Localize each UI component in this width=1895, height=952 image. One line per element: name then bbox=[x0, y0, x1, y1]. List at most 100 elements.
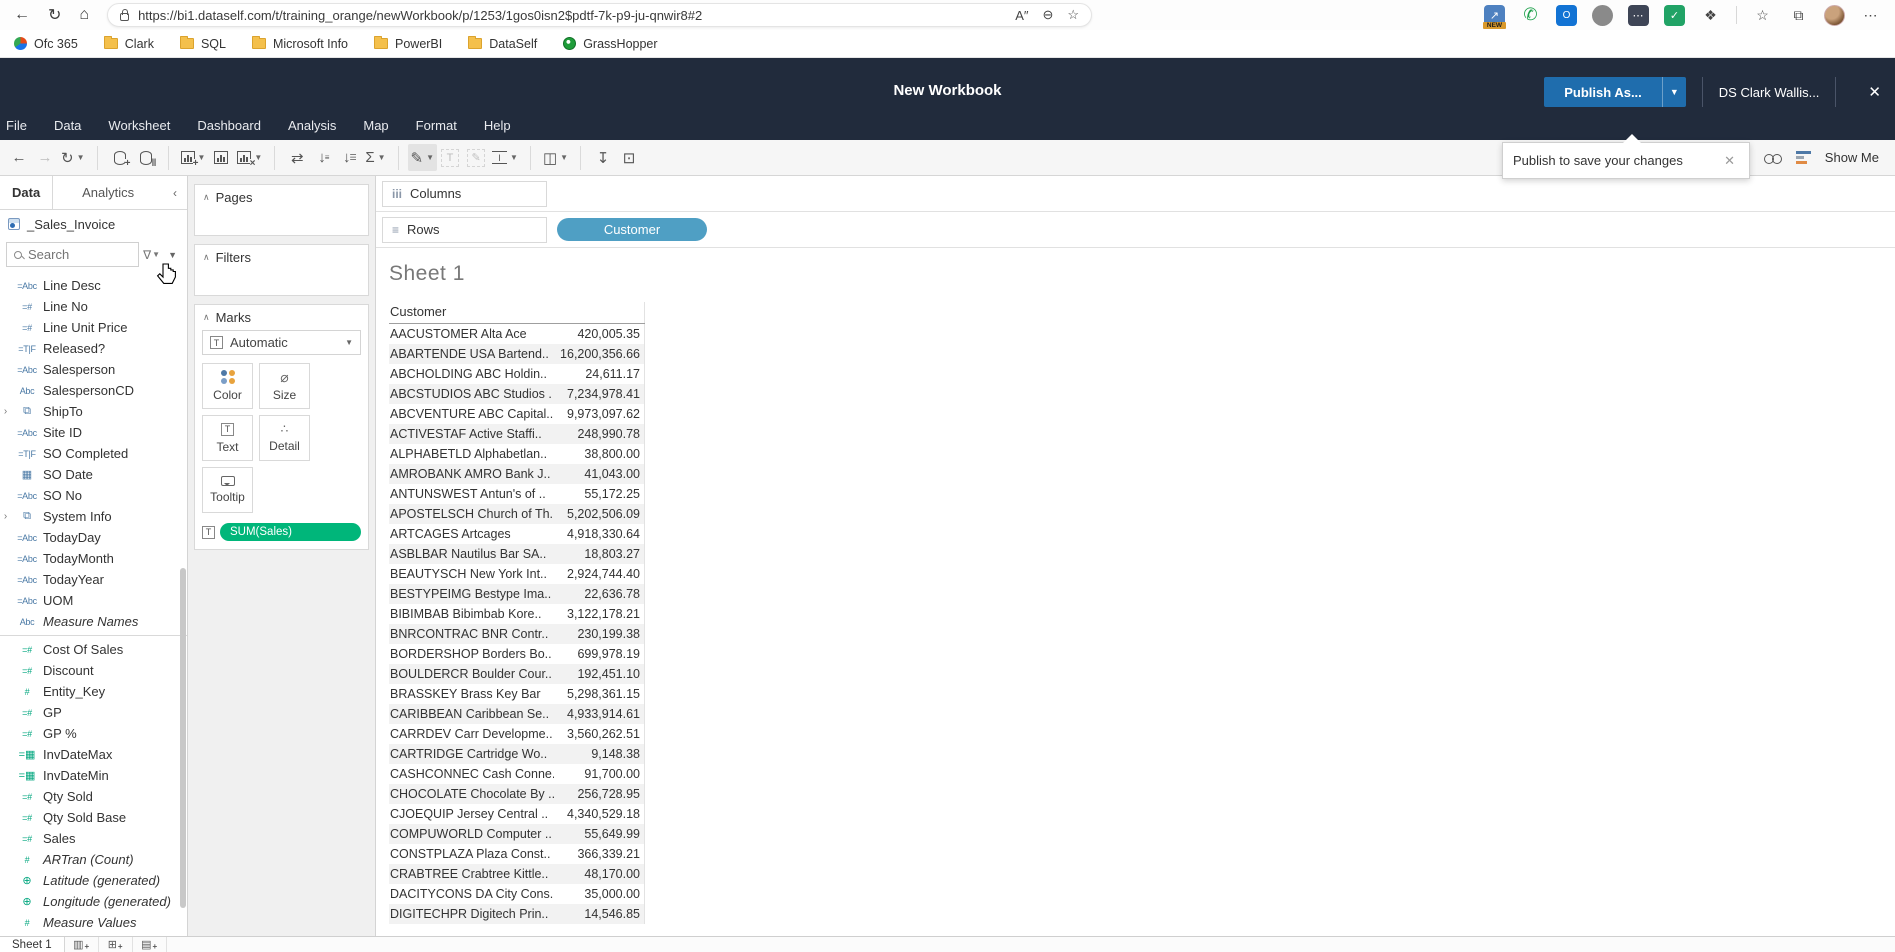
totals-button[interactable]: Σ▼ bbox=[362, 144, 388, 171]
field-item[interactable]: ⊕ Longitude (generated) bbox=[0, 891, 187, 912]
find-icon[interactable] bbox=[1764, 152, 1782, 164]
customer-cell[interactable]: CARRDEV Carr Developme.. bbox=[389, 727, 554, 741]
field-item[interactable]: =# Line No bbox=[0, 296, 187, 317]
customer-cell[interactable]: DIGITECHPR Digitech Prin.. bbox=[389, 907, 554, 921]
value-cell[interactable]: 4,933,914.61 bbox=[554, 707, 644, 721]
table-row[interactable]: ARTCAGES Artcages 4,918,330.64 bbox=[389, 524, 644, 544]
field-item[interactable]: =T|F Released? bbox=[0, 338, 187, 359]
value-cell[interactable]: 22,636.78 bbox=[554, 587, 644, 601]
menu-item[interactable]: Map bbox=[363, 118, 388, 133]
field-item[interactable]: =Abc TodayDay bbox=[0, 527, 187, 548]
browser-home-icon[interactable]: ⌂ bbox=[79, 6, 89, 24]
new-dashboard-tab-button[interactable]: ⊞+ bbox=[99, 937, 133, 952]
table-row[interactable]: CARRDEV Carr Developme.. 3,560,262.51 bbox=[389, 724, 644, 744]
columns-shelf[interactable]: iii Columns bbox=[376, 176, 1895, 212]
value-cell[interactable]: 230,199.38 bbox=[554, 627, 644, 641]
redo-button[interactable]: → bbox=[32, 144, 58, 171]
customer-cell[interactable]: BNRCONTRAC BNR Contr.. bbox=[389, 627, 554, 641]
table-row[interactable]: CASHCONNEC Cash Conne.. 91,700.00 bbox=[389, 764, 644, 784]
field-item[interactable]: =# Line Unit Price bbox=[0, 317, 187, 338]
customer-cell[interactable]: CARTRIDGE Cartridge Wo.. bbox=[389, 747, 554, 761]
field-item[interactable]: =# GP bbox=[0, 702, 187, 723]
clear-sheet-button[interactable]: ×▼ bbox=[234, 144, 265, 171]
bookmark-item[interactable]: Clark bbox=[104, 37, 154, 51]
view-options-icon[interactable]: ▼ bbox=[164, 248, 181, 262]
browser-menu-icon[interactable]: ⋯ bbox=[1860, 5, 1881, 26]
size-button[interactable]: ⌀ Size bbox=[259, 363, 310, 409]
new-story-tab-button[interactable]: ▤+ bbox=[133, 937, 167, 952]
extensions-puzzle-icon[interactable]: ❖ bbox=[1700, 5, 1721, 26]
fit-button[interactable]: I▼ bbox=[489, 144, 521, 171]
more-apps-icon[interactable]: ⋯ bbox=[1628, 5, 1649, 26]
table-row[interactable]: CRABTREE Crabtree Kittle.. 48,170.00 bbox=[389, 864, 644, 884]
menu-item[interactable]: Format bbox=[416, 118, 457, 133]
show-me-button[interactable]: Show Me bbox=[1825, 150, 1879, 165]
bookmark-item[interactable]: GrassHopper bbox=[563, 37, 657, 51]
value-cell[interactable]: 91,700.00 bbox=[554, 767, 644, 781]
publish-dropdown-icon[interactable]: ▼ bbox=[1662, 77, 1686, 107]
color-button[interactable]: Color bbox=[202, 363, 253, 409]
value-cell[interactable]: 55,172.25 bbox=[554, 487, 644, 501]
close-icon[interactable]: ✕ bbox=[1868, 83, 1881, 101]
add-favorite-icon[interactable]: ☆ bbox=[1067, 7, 1079, 23]
detail-button[interactable]: ∴ Detail bbox=[259, 415, 310, 461]
table-row[interactable]: AACUSTOMER Alta Ace 420,005.35 bbox=[389, 324, 644, 344]
table-row[interactable]: BNRCONTRAC BNR Contr.. 230,199.38 bbox=[389, 624, 644, 644]
table-row[interactable]: CARIBBEAN Caribbean Se.. 4,933,914.61 bbox=[389, 704, 644, 724]
table-row[interactable]: BIBIMBAB Bibimbab Kore.. 3,122,178.21 bbox=[389, 604, 644, 624]
presentation-mode-button[interactable]: ⊡ bbox=[616, 144, 642, 171]
field-item[interactable]: =▦ InvDateMin bbox=[0, 765, 187, 786]
value-cell[interactable]: 24,611.17 bbox=[554, 367, 644, 381]
table-row[interactable]: COMPUWORLD Computer .. 55,649.99 bbox=[389, 824, 644, 844]
value-cell[interactable]: 5,202,506.09 bbox=[554, 507, 644, 521]
value-cell[interactable]: 256,728.95 bbox=[554, 787, 644, 801]
filters-card[interactable]: ∧Filters bbox=[194, 244, 369, 296]
value-cell[interactable]: 16,200,356.66 bbox=[554, 347, 644, 361]
field-item[interactable]: # ARTran (Count) bbox=[0, 849, 187, 870]
pause-auto-updates-button[interactable]: ‖ bbox=[133, 144, 159, 171]
new-worksheet-button[interactable]: +▼ bbox=[178, 144, 209, 171]
address-bar[interactable]: https://bi1.dataself.com/t/training_oran… bbox=[107, 3, 1092, 27]
customer-cell[interactable]: ALPHABETLD Alphabetlan.. bbox=[389, 447, 554, 461]
value-cell[interactable]: 14,546.85 bbox=[554, 907, 644, 921]
rows-shelf[interactable]: ≡ Rows Customer bbox=[376, 212, 1895, 248]
field-item[interactable]: =Abc Site ID bbox=[0, 422, 187, 443]
loop-icon[interactable] bbox=[1592, 5, 1613, 26]
outlook-icon[interactable]: O bbox=[1556, 5, 1577, 26]
table-row[interactable]: CONSTPLAZA Plaza Const.. 366,339.21 bbox=[389, 844, 644, 864]
table-row[interactable]: BEAUTYSCH New York Int.. 2,924,744.40 bbox=[389, 564, 644, 584]
table-row[interactable]: ASBLBAR Nautilus Bar SA.. 18,803.27 bbox=[389, 544, 644, 564]
menu-item[interactable]: Data bbox=[54, 118, 81, 133]
value-cell[interactable]: 4,918,330.64 bbox=[554, 527, 644, 541]
table-row[interactable]: DIGITECHPR Digitech Prin.. 14,546.85 bbox=[389, 904, 644, 924]
customer-cell[interactable]: BOULDERCR Boulder Cour.. bbox=[389, 667, 554, 681]
field-item[interactable]: ▦ SO Date bbox=[0, 464, 187, 485]
collapse-card-icon[interactable]: ∧ bbox=[203, 312, 210, 323]
field-item[interactable]: › ⧉ ShipTo bbox=[0, 401, 187, 422]
undo-button[interactable]: ← bbox=[6, 144, 32, 171]
sheet-tab[interactable]: Sheet 1 bbox=[0, 937, 65, 952]
swap-rows-columns-button[interactable]: ⇄ bbox=[284, 144, 310, 171]
read-aloud-icon[interactable]: A″ bbox=[1015, 8, 1028, 23]
value-cell[interactable]: 35,000.00 bbox=[554, 887, 644, 901]
todo-icon[interactable]: ✓ bbox=[1664, 5, 1685, 26]
collections-icon[interactable]: ⧉ bbox=[1788, 5, 1809, 26]
customer-cell[interactable]: BEAUTYSCH New York Int.. bbox=[389, 567, 554, 581]
phone-icon[interactable]: ✆ bbox=[1520, 5, 1541, 26]
customer-cell[interactable]: APOSTELSCH Church of Th.. bbox=[389, 507, 554, 521]
field-item[interactable]: =# Qty Sold Base bbox=[0, 807, 187, 828]
field-item[interactable]: Abc Measure Names bbox=[0, 611, 187, 632]
field-item[interactable]: # Entity_Key bbox=[0, 681, 187, 702]
field-item[interactable]: =# Sales bbox=[0, 828, 187, 849]
annotate-button[interactable]: ✎ bbox=[463, 144, 489, 171]
refresh-button[interactable]: ↻▼ bbox=[58, 144, 88, 171]
table-row[interactable]: ALPHABETLD Alphabetlan.. 38,800.00 bbox=[389, 444, 644, 464]
table-row[interactable]: CJOEQUIP Jersey Central .. 4,340,529.18 bbox=[389, 804, 644, 824]
value-cell[interactable]: 3,122,178.21 bbox=[554, 607, 644, 621]
field-item[interactable]: ⊕ Latitude (generated) bbox=[0, 870, 187, 891]
menu-item[interactable]: Worksheet bbox=[108, 118, 170, 133]
show-cards-button[interactable]: ◫▼ bbox=[540, 144, 571, 171]
customer-cell[interactable]: BORDERSHOP Borders Bo.. bbox=[389, 647, 554, 661]
customer-cell[interactable]: ABCSTUDIOS ABC Studios . bbox=[389, 387, 554, 401]
customer-cell[interactable]: COMPUWORLD Computer .. bbox=[389, 827, 554, 841]
